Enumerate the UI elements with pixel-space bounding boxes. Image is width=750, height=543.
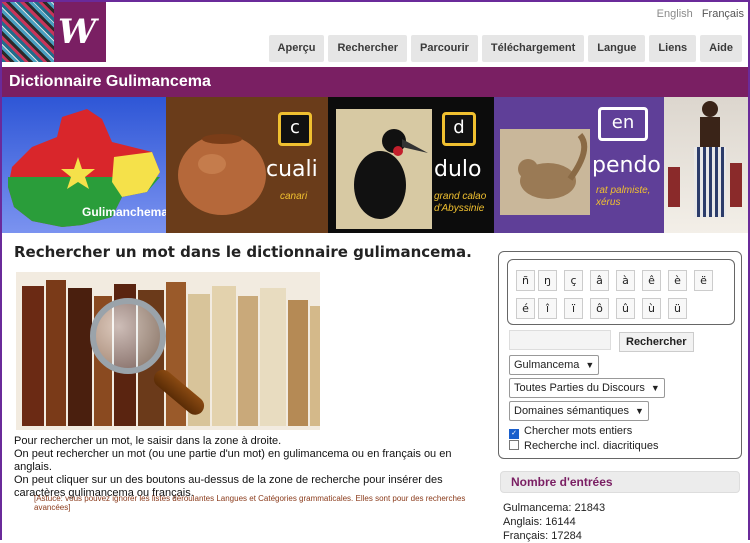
books-magnifier-image [16, 272, 320, 430]
word-dulo: dulo [434, 157, 482, 182]
char-key[interactable]: ê [642, 270, 661, 291]
char-key[interactable]: â [590, 270, 609, 291]
pos-select-value: Toutes Parties du Discours [514, 382, 645, 394]
entries-count-title: Nombre d'entrées [500, 471, 740, 493]
chevron-down-icon: ▼ [650, 383, 660, 393]
nav-apercu[interactable]: Aperçu [268, 35, 325, 62]
search-button[interactable]: Rechercher [619, 332, 694, 352]
count-anglais: Anglais: 16144 [503, 516, 576, 528]
chevron-down-icon: ▼ [634, 406, 644, 416]
char-key[interactable]: ù [642, 298, 661, 319]
char-key[interactable]: û [616, 298, 635, 319]
search-panel: ñ ŋ ç â à ê è ë é î ï ô û ù ü Rechercher… [498, 251, 742, 459]
word-pendo: pendo [592, 153, 661, 178]
gloss-rat-palmiste: rat palmiste, xérus [596, 185, 651, 208]
logo-w-mark: W [58, 12, 97, 52]
special-char-keyboard: ñ ŋ ç â à ê è ë é î ï ô û ù ü [507, 259, 735, 325]
site-logo[interactable]: W [2, 2, 106, 62]
char-key[interactable]: ŋ [538, 270, 557, 291]
char-key[interactable]: é [516, 298, 535, 319]
letter-en-badge: en [598, 107, 648, 141]
ground-squirrel-image [500, 129, 590, 215]
part-of-speech-select[interactable]: Toutes Parties du Discours ▼ [509, 378, 665, 398]
logo-fabric-image [2, 2, 54, 62]
clay-pot-image [178, 134, 266, 215]
char-key[interactable]: ü [668, 298, 687, 319]
char-key[interactable]: è [668, 270, 687, 291]
main-nav: Aperçu Rechercher Parcourir Téléchargeme… [268, 35, 742, 62]
lang-english-link[interactable]: English [657, 8, 693, 20]
search-input[interactable] [509, 330, 611, 350]
gloss-canari: canari [280, 191, 308, 202]
card-dulo: d dulo grand calao d'Abyssinie [328, 97, 494, 233]
checkbox-checked-icon: ✓ [509, 429, 519, 439]
char-key[interactable]: ï [564, 298, 583, 319]
language-select[interactable]: Gulmancema ▼ [509, 355, 600, 375]
char-key[interactable]: ñ [516, 270, 535, 291]
domain-select-value: Domaines sémantiques [514, 405, 629, 417]
card-pendo: en pendo rat palmiste, xérus [494, 97, 664, 233]
banner: Gulimanchema c cuali canari d dulo grand… [2, 97, 748, 233]
count-gulmancema: Gulmancema: 21843 [503, 502, 606, 514]
burkina-map-panel: Gulimanchema [2, 97, 166, 233]
card-cuali: c cuali canari [166, 97, 328, 233]
char-key[interactable]: î [538, 298, 557, 319]
semantic-domain-select[interactable]: Domaines sémantiques ▼ [509, 401, 649, 421]
letter-c-badge: c [278, 112, 312, 146]
tip-text: [Astuce: vous pouvez ignorer les listes … [34, 494, 466, 512]
instructions: Pour rechercher un mot, le saisir dans l… [14, 435, 484, 500]
nav-telechargement[interactable]: Téléchargement [481, 35, 585, 62]
nav-langue[interactable]: Langue [588, 35, 646, 62]
char-key[interactable]: à [616, 270, 635, 291]
whole-words-checkbox[interactable]: ✓ Chercher mots entiers [509, 425, 632, 439]
nav-aide[interactable]: Aide [700, 35, 742, 62]
page-heading: Rechercher un mot dans le dictionnaire g… [14, 243, 472, 261]
diacritics-label: Recherche incl. diacritiques [524, 440, 659, 452]
map-label: Gulimanchema [82, 205, 166, 219]
char-key[interactable]: ç [564, 270, 583, 291]
word-cuali: cuali [266, 157, 318, 182]
site-title: Dictionnaire Gulimancema [2, 67, 748, 97]
count-francais: Français: 17284 [503, 530, 582, 542]
checkbox-unchecked-icon [509, 440, 519, 450]
dancers-photo [664, 97, 748, 233]
lang-french-link[interactable]: Français [702, 8, 744, 20]
language-select-value: Gulmancema [514, 359, 580, 371]
instruction-line-1: Pour rechercher un mot, le saisir dans l… [14, 435, 282, 447]
gloss-calao: grand calao d'Abyssinie [434, 191, 487, 214]
whole-words-label: Chercher mots entiers [524, 425, 633, 437]
diacritics-checkbox[interactable]: Recherche incl. diacritiques [509, 440, 659, 452]
instruction-line-2: On peut rechercher un mot (ou une partie… [14, 448, 452, 473]
chevron-down-icon: ▼ [585, 360, 595, 370]
hornbill-image [336, 109, 432, 229]
entries-counts: Gulmancema: 21843 Anglais: 16144 Françai… [503, 501, 605, 543]
letter-d-badge: d [442, 112, 476, 146]
language-switcher: English Français [651, 8, 744, 20]
char-key[interactable]: ô [590, 298, 609, 319]
magnifier-lens [90, 298, 166, 374]
char-key[interactable]: ë [694, 270, 713, 291]
nav-rechercher[interactable]: Rechercher [328, 35, 407, 62]
nav-liens[interactable]: Liens [649, 35, 697, 62]
nav-parcourir[interactable]: Parcourir [411, 35, 478, 62]
dancers-image [668, 101, 742, 217]
